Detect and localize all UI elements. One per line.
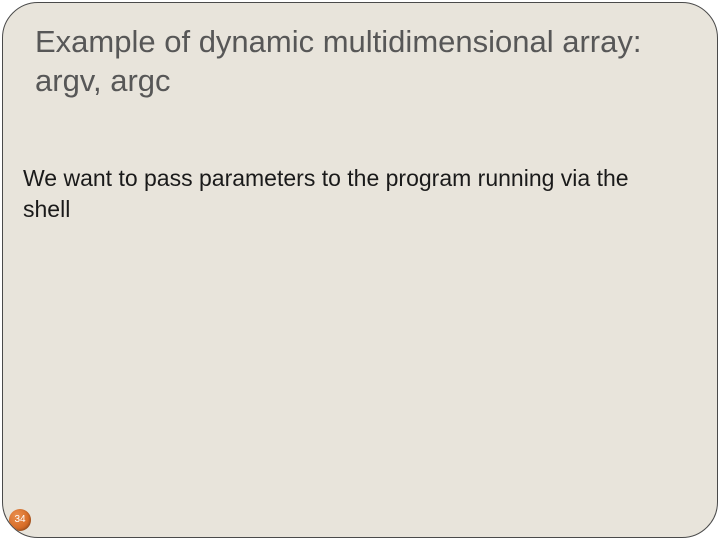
page-number-badge: 34 [9,509,31,531]
slide-body-text: We want to pass parameters to the progra… [23,163,657,225]
slide-title: Example of dynamic multidimensional arra… [35,23,677,101]
slide-frame: Example of dynamic multidimensional arra… [2,2,718,538]
